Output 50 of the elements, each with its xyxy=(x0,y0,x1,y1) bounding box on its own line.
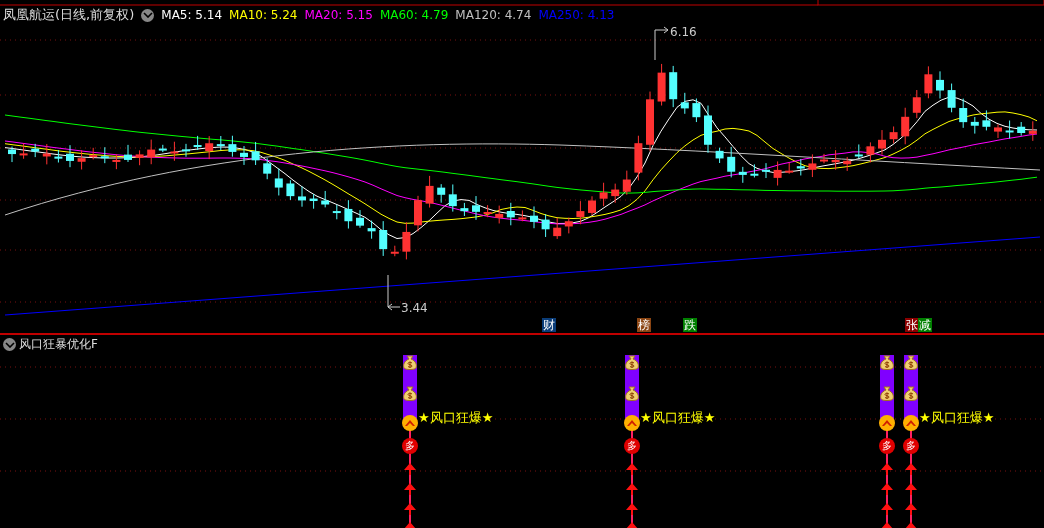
event-tag[interactable]: 财 xyxy=(542,318,556,332)
money-bag-icon xyxy=(402,355,418,371)
arrow-up-icon xyxy=(881,463,893,475)
money-bag-icon xyxy=(903,386,919,402)
arrow-up-icon xyxy=(626,483,638,495)
money-bag-icon xyxy=(879,355,895,371)
arrow-up-icon xyxy=(404,483,416,495)
moving-average-value: MA60: 4.79 xyxy=(379,8,449,22)
moving-average-value: MA20: 5.15 xyxy=(304,8,373,22)
arrow-up-icon xyxy=(404,463,416,475)
arrow-up-icon xyxy=(905,483,917,495)
signal-label: ★风口狂爆★ xyxy=(640,409,716,427)
low-price-label: 3.44 xyxy=(401,301,428,315)
arrow-up-icon xyxy=(881,483,893,495)
chevron-up-icon xyxy=(624,415,640,431)
event-tag[interactable]: 跌 xyxy=(683,318,697,332)
signal-label: ★风口狂爆★ xyxy=(919,409,995,427)
arrow-up-icon xyxy=(626,503,638,515)
money-bag-icon xyxy=(402,386,418,402)
high-marker-arrow xyxy=(654,26,669,61)
arrow-up-icon xyxy=(905,463,917,475)
stock-title: 凤凰航运(日线,前复权) xyxy=(3,6,135,24)
signal-badge: 多 xyxy=(402,438,418,454)
arrow-up-icon xyxy=(905,503,917,515)
signal-badge: 多 xyxy=(624,438,640,454)
money-bag-icon xyxy=(624,386,640,402)
moving-average-value: MA10: 5.24 xyxy=(229,8,298,22)
signal-label: ★风口狂爆★ xyxy=(418,409,494,427)
high-price-label: 6.16 xyxy=(670,25,697,39)
signal-badge: 多 xyxy=(879,438,895,454)
arrow-up-icon xyxy=(404,503,416,515)
low-marker-arrow xyxy=(387,274,401,311)
event-tag[interactable]: 张 xyxy=(905,318,919,332)
money-bag-icon xyxy=(879,386,895,402)
event-tag[interactable]: 减 xyxy=(918,318,932,332)
moving-average-value: MA250: 4.13 xyxy=(538,8,615,22)
moving-average-value: MA5: 5.14 xyxy=(161,8,223,22)
indicator-title: 风口狂暴优化F xyxy=(19,336,98,353)
money-bag-icon xyxy=(624,355,640,371)
chevron-up-icon xyxy=(402,415,418,431)
dropdown-icon[interactable] xyxy=(141,8,155,22)
moving-average-value: MA120: 4.74 xyxy=(455,8,532,22)
money-bag-icon xyxy=(903,355,919,371)
signal-badge: 多 xyxy=(903,438,919,454)
chevron-up-icon xyxy=(879,415,895,431)
dropdown-icon[interactable] xyxy=(3,338,16,351)
arrow-up-icon xyxy=(626,463,638,475)
chevron-up-icon xyxy=(903,415,919,431)
arrow-up-icon xyxy=(881,503,893,515)
event-tag[interactable]: 榜 xyxy=(637,318,651,332)
